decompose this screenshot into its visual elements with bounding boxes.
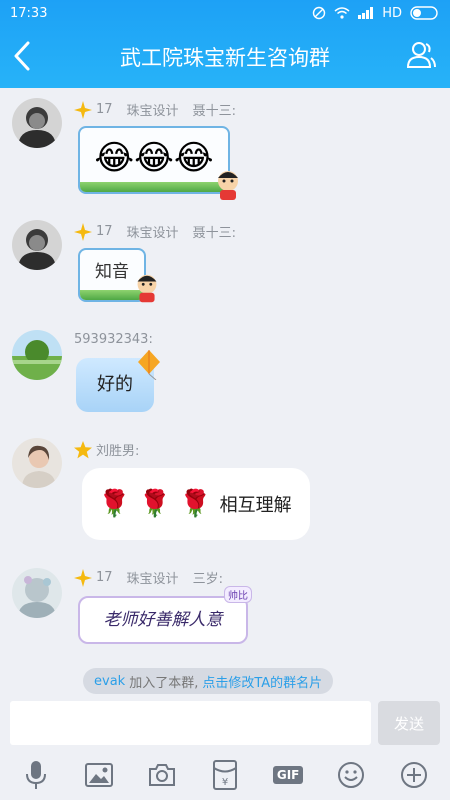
- star-badge-icon: [74, 440, 92, 458]
- sender-name: 刘胜男:: [96, 444, 140, 459]
- image-icon: [84, 763, 113, 787]
- message-bubble[interactable]: 老师好善解人意: [78, 596, 248, 644]
- red-packet-button[interactable]: ¥: [207, 757, 243, 793]
- top-header: 17:33 HD 武工院珠宝新生咨询群: [0, 0, 450, 88]
- star-badge-icon: [74, 100, 92, 119]
- message-text: 老师好善解人意: [103, 610, 223, 630]
- sender-meta: 17 珠宝设计 聂十三:: [74, 100, 236, 119]
- input-bar: 发送: [0, 700, 450, 750]
- camera-button[interactable]: [144, 757, 180, 793]
- member-level: 17: [96, 102, 113, 117]
- bottom-toolbar: ¥ GIF: [0, 750, 450, 800]
- image-button[interactable]: [81, 757, 117, 793]
- emoji-button[interactable]: [333, 757, 369, 793]
- kite-icon: [138, 350, 160, 380]
- cartoon-sticker-icon: [218, 171, 238, 200]
- svg-text:¥: ¥: [222, 777, 228, 788]
- sender-meta: 593932343:: [74, 332, 153, 347]
- member-level: 17: [96, 224, 113, 239]
- members-icon: [406, 42, 436, 68]
- chat-message: 17 珠宝设计 三岁: 老师好善解人意 帅比: [0, 566, 450, 656]
- message-text: 😂😂😂: [94, 138, 214, 178]
- sender-name: 593932343:: [74, 332, 153, 347]
- signal-icon: [358, 7, 374, 19]
- status-time: 17:33: [10, 5, 48, 21]
- avatar[interactable]: [12, 438, 62, 488]
- message-suffix: 相互理解: [219, 495, 292, 516]
- camera-icon: [148, 764, 175, 786]
- avatar[interactable]: [12, 98, 62, 148]
- chat-message: 593932343: 好的: [0, 328, 450, 420]
- gif-icon: GIF: [272, 766, 304, 784]
- battery-icon: [410, 6, 438, 20]
- sender-meta: 刘胜男:: [74, 440, 139, 459]
- page-title: 武工院珠宝新生咨询群: [120, 46, 330, 70]
- edit-card-link[interactable]: 点击修改TA的群名片: [202, 672, 322, 691]
- gif-button[interactable]: GIF: [270, 757, 306, 793]
- do-not-disturb-icon: [313, 6, 326, 20]
- group-members-button[interactable]: [404, 38, 438, 72]
- joined-user-link[interactable]: evak: [94, 674, 125, 689]
- plus-icon: [401, 762, 428, 788]
- wifi-icon: [334, 7, 350, 19]
- back-arrow-icon: [14, 41, 30, 71]
- red-packet-icon: ¥: [212, 760, 237, 790]
- chat-message: 17 珠宝设计 聂十三: 知音: [0, 220, 450, 315]
- sender-meta: 17 珠宝设计 聂十三:: [74, 222, 236, 241]
- avatar[interactable]: [12, 568, 62, 618]
- sender-name: 聂十三:: [192, 226, 236, 241]
- emoji-icon: [338, 762, 365, 788]
- back-button[interactable]: [10, 40, 38, 72]
- message-input[interactable]: [10, 701, 371, 745]
- avatar[interactable]: [12, 330, 62, 380]
- message-text: 🌹 🌹 🌹: [98, 489, 212, 519]
- more-button[interactable]: [396, 757, 432, 793]
- chat-message: 17 珠宝设计 聂十三: 😂😂😂: [0, 98, 450, 208]
- network-type: HD: [382, 5, 402, 21]
- system-notice: evak 加入了本群, 点击修改TA的群名片: [83, 668, 334, 694]
- voice-button[interactable]: [18, 757, 54, 793]
- message-bubble[interactable]: 😂😂😂: [78, 126, 230, 194]
- avatar[interactable]: [12, 220, 62, 270]
- system-notice-text: 加入了本群,: [129, 675, 199, 691]
- sticker-badge: 帅比: [224, 586, 252, 603]
- microphone-icon: [25, 761, 46, 789]
- send-button[interactable]: 发送: [378, 701, 440, 745]
- status-bar: 17:33 HD: [0, 0, 450, 26]
- member-title: 珠宝设计: [126, 572, 179, 587]
- star-badge-icon: [74, 568, 92, 587]
- title-bar: 武工院珠宝新生咨询群: [0, 26, 450, 88]
- member-title: 珠宝设计: [126, 104, 179, 119]
- chat-area[interactable]: 17 珠宝设计 聂十三: 😂😂😂 17 珠宝设计 聂十三: 知音 5939323…: [0, 88, 450, 700]
- member-title: 珠宝设计: [126, 226, 179, 241]
- sender-meta: 17 珠宝设计 三岁:: [74, 568, 223, 587]
- sender-name: 聂十三:: [192, 104, 236, 119]
- chat-message: 刘胜男: 🌹 🌹 🌹 相互理解: [0, 436, 450, 546]
- cartoon-sticker-icon: [137, 274, 157, 303]
- sender-name: 三岁:: [192, 572, 223, 587]
- message-bubble[interactable]: 🌹 🌹 🌹 相互理解: [82, 468, 310, 540]
- member-level: 17: [96, 570, 113, 585]
- star-badge-icon: [74, 222, 92, 241]
